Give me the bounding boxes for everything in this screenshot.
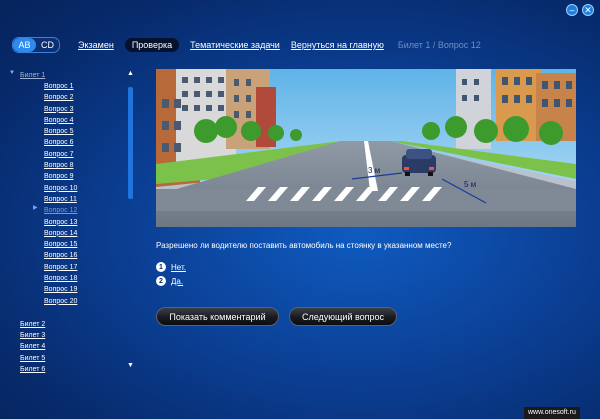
sidebar-ticket-item[interactable]: Билет 4 [20,341,45,352]
sidebar-question-item[interactable]: Вопрос 5 [44,126,77,137]
toggle-ab[interactable]: AB [13,38,36,52]
answer-number: 2 [156,276,166,286]
toggle-cd[interactable]: CD [36,38,59,52]
sidebar-question-item[interactable]: Вопрос 3 [44,104,77,115]
ticket-list: Билет 2 Билет 3 Билет 4 Билет 5 Билет 6 [20,319,45,375]
sidebar-ticket-item[interactable]: Билет 2 [20,319,45,330]
top-nav: Экзамен Проверка Тематические задачи Вер… [78,38,481,52]
minimize-icon[interactable]: – [566,4,578,16]
sidebar-question-item[interactable]: Вопрос 19 [44,284,77,295]
answer-option-1[interactable]: 1 Нет. [156,262,186,272]
scroll-up-icon[interactable]: ▲ [127,70,134,77]
sidebar-ticket-item[interactable]: Билет 5 [20,353,45,364]
position-status: Билет 1 / Вопрос 12 [397,40,481,50]
close-icon[interactable]: ✕ [582,4,594,16]
sidebar-question-item[interactable]: Вопрос 11 [44,194,77,205]
nav-thematic[interactable]: Тематические задачи [190,40,280,50]
nav-exam[interactable]: Экзамен [78,40,114,50]
distance-label-3m: 3 м [368,166,380,175]
sidebar-question-item[interactable]: Вопрос 2 [44,92,77,103]
nav-check[interactable]: Проверка [124,38,180,52]
sidebar-question-item[interactable]: Вопрос 14 [44,228,77,239]
sidebar-ticket-item[interactable]: Билет 3 [20,330,45,341]
distance-label-5m: 5 м [464,180,476,189]
show-comment-button[interactable]: Показать комментарий [156,307,279,326]
scrollbar-thumb[interactable] [128,87,133,199]
sidebar-question-item[interactable]: Вопрос 4 [44,115,77,126]
watermark: www.onesoft.ru [524,407,580,419]
sidebar-question-item[interactable]: Вопрос 6 [44,137,77,148]
question-list: Вопрос 1 Вопрос 2 Вопрос 3 Вопрос 4 Вопрос 5… [44,81,77,307]
sidebar-question-item[interactable]: Вопрос 18 [44,273,77,284]
sidebar-question-item[interactable]: Вопрос 16 [44,250,77,261]
question-text: Разрешено ли водителю поставить автомоби… [156,241,452,250]
answer-text[interactable]: Нет. [171,263,186,272]
sidebar-question-item[interactable]: Вопрос 12 [44,205,77,216]
scrollbar[interactable] [128,82,133,360]
sidebar-ticket-current[interactable]: Билет 1 [20,70,45,81]
sidebar-question-item[interactable]: Вопрос 15 [44,239,77,250]
sidebar-question-item[interactable]: Вопрос 13 [44,217,77,228]
question-image: 3 м 5 м [156,69,576,227]
sidebar-question-item[interactable]: Вопрос 7 [44,149,77,160]
sidebar: ▼ Билет 1 Вопрос 1 Вопрос 2 Вопрос 3 Вопрос… [0,68,140,378]
answer-text[interactable]: Да. [171,277,183,286]
sidebar-question-item[interactable]: Вопрос 9 [44,171,77,182]
sidebar-ticket-item[interactable]: Билет 6 [20,364,45,375]
sidebar-question-item[interactable]: Вопрос 17 [44,262,77,273]
category-toggle[interactable]: AB CD [12,37,60,53]
current-question-arrow-icon: ▶ [33,205,38,211]
next-question-button[interactable]: Следующий вопрос [289,307,397,326]
nav-home[interactable]: Вернуться на главную [291,40,384,50]
sidebar-question-item[interactable]: Вопрос 10 [44,183,77,194]
sidebar-question-item[interactable]: Вопрос 8 [44,160,77,171]
answer-option-2[interactable]: 2 Да. [156,276,183,286]
expand-caret-icon[interactable]: ▼ [9,70,15,76]
answer-number: 1 [156,262,166,272]
sidebar-question-item[interactable]: Вопрос 1 [44,81,77,92]
sidebar-question-item[interactable]: Вопрос 20 [44,296,77,307]
scroll-down-icon[interactable]: ▼ [127,362,134,369]
